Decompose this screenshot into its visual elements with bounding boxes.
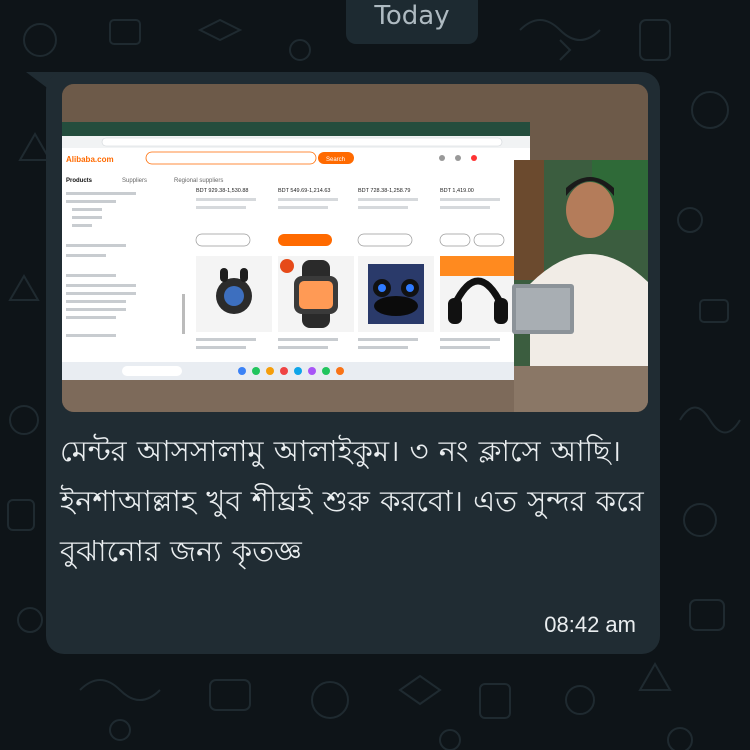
browser-logo: Alibaba.com	[66, 155, 114, 164]
message-time: 08:42 am	[544, 612, 636, 637]
search-button-label: Search	[326, 157, 345, 163]
price-3: BDT 728.38-1,258.79	[358, 188, 411, 194]
date-separator-label: Today	[374, 1, 450, 31]
filter-tab-products: Products	[66, 178, 93, 184]
filter-tab-suppliers: Suppliers	[122, 178, 147, 184]
filter-tab-regional: Regional suppliers	[174, 178, 223, 184]
price-2: BDT 549.69-1,214.63	[278, 188, 331, 194]
message-text: মেন্টর আসসালামু আলাইকুম। ৩ নং ক্লাসে আছি…	[60, 434, 644, 568]
message-image[interactable]: Alibaba.com Search Products Suppliers Re…	[62, 84, 648, 412]
price-1: BDT 929.38-1,530.88	[196, 188, 249, 194]
date-separator: Today	[346, 0, 478, 44]
shared-screenshot: Alibaba.com Search Products Suppliers Re…	[62, 84, 648, 412]
price-4: BDT 1,419.00	[440, 188, 474, 194]
earbuds-case-icon	[368, 264, 424, 324]
